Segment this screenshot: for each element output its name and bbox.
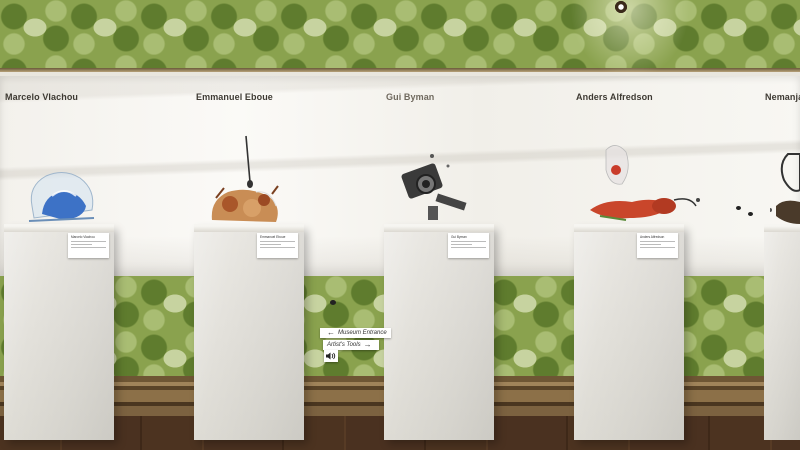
exhibit-label-card[interactable]: Gui Byman — [448, 233, 489, 258]
label-card-title: Emmanuel Eboue — [260, 235, 286, 239]
exhibit-label-card[interactable]: Anders Alfredson — [637, 233, 678, 258]
hanging-lamp — [614, 0, 628, 14]
artist-name-1[interactable]: Marcelo Vlachou — [5, 92, 78, 102]
pedestal-3: Gui Byman — [384, 226, 494, 440]
pedestal-1: Marcelo Vlachou — [4, 226, 114, 440]
exhibit-label-card[interactable]: Marcelo Vlachou — [68, 233, 109, 258]
pedestal-2: Emmanuel Eboue — [194, 226, 304, 440]
debris — [736, 206, 741, 210]
arrow-left-icon: ← — [327, 328, 335, 337]
label-card-title: Anders Alfredson — [640, 235, 665, 239]
artist-name-4[interactable]: Anders Alfredson — [576, 92, 653, 102]
arrow-right-icon: → — [363, 340, 372, 349]
pedestal-4: Anders Alfredson — [574, 226, 684, 440]
exhibit-glass-blue[interactable] — [24, 166, 100, 226]
artist-name-3[interactable]: Gui Byman — [386, 92, 434, 102]
pedestal-5 — [764, 226, 800, 440]
debris — [748, 212, 753, 216]
exhibit-lobster[interactable] — [586, 140, 706, 226]
artist-name-5[interactable]: Nemanja — [765, 92, 800, 102]
artists-tools-label: Artist's Tools — [327, 342, 361, 348]
label-card-title: Gui Byman — [451, 235, 467, 239]
exhibit-partial[interactable] — [768, 150, 800, 228]
fly — [330, 300, 336, 305]
artist-name-2[interactable]: Emmanuel Eboue — [196, 92, 273, 102]
label-card-title: Marcelo Vlachou — [71, 235, 95, 239]
ceiling-light — [570, 0, 690, 80]
exhibit-food-fork[interactable] — [206, 134, 284, 228]
museum-entrance-label: Museum Entrance — [338, 330, 387, 336]
exhibit-broken-camera[interactable] — [398, 150, 476, 226]
artists-tools-button[interactable]: Artist's Tools → — [323, 340, 379, 350]
museum-entrance-button[interactable]: ← Museum Entrance — [320, 328, 391, 338]
sound-toggle-button[interactable] — [324, 350, 338, 362]
speaker-icon — [326, 352, 336, 360]
exhibit-label-card[interactable]: Emmanuel Eboue — [257, 233, 298, 258]
